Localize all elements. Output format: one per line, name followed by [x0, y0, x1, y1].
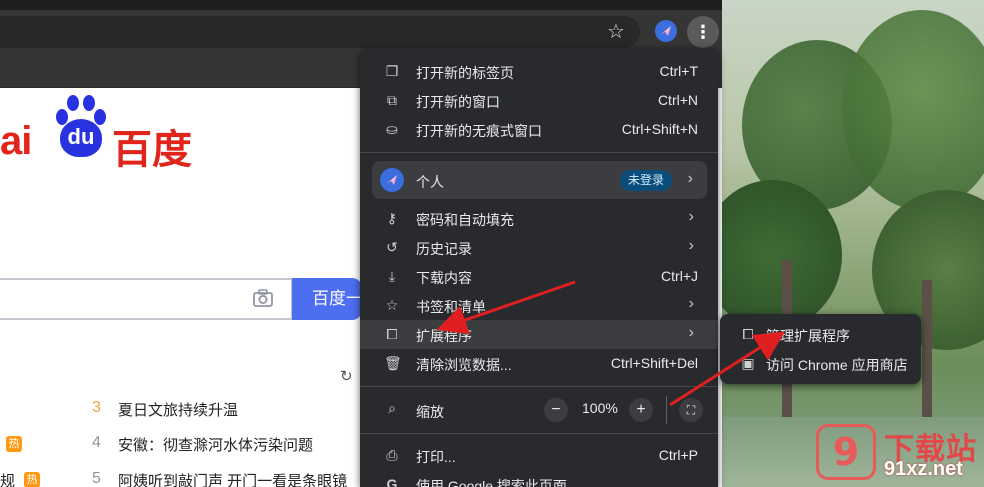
- watermark-url: 91xz.net: [884, 458, 963, 480]
- refresh-icon[interactable]: ↻: [340, 369, 356, 385]
- hot-rank: 3: [92, 399, 101, 416]
- menu-item-label: 打开新的窗口: [416, 94, 500, 110]
- print-icon: ⎙: [386, 447, 398, 463]
- logo-chinese-text: 百度: [112, 127, 192, 173]
- baidu-logo[interactable]: ai du 百度: [0, 95, 200, 173]
- hot-badge: 热: [24, 472, 40, 487]
- menu-item-google-search[interactable]: G 使用 Google 搜索此页面: [360, 470, 718, 487]
- chevron-right-icon: ›: [688, 237, 694, 254]
- list-item-fragment[interactable]: 规: [0, 470, 15, 487]
- trash-icon: 🗑: [384, 355, 402, 371]
- menu-item-zoom: ⌕ 缩放 − 100% + ⛶: [360, 394, 718, 426]
- menu-item-bookmarks[interactable]: ☆ 书签和清单 ›: [360, 291, 718, 320]
- download-icon: ⤓: [388, 268, 396, 284]
- menu-item-print[interactable]: ⎙ 打印... Ctrl+P: [360, 441, 718, 470]
- hot-rank: 4: [92, 434, 101, 451]
- menu-item-shortcut: Ctrl+T: [659, 63, 699, 79]
- chevron-right-icon: ›: [688, 324, 694, 341]
- hot-title[interactable]: 夏日文旅持续升温: [118, 399, 238, 420]
- bookmark-star-icon[interactable]: ☆: [604, 20, 628, 44]
- menu-item-label: 扩展程序: [416, 328, 472, 344]
- bookmark-star-icon: ☆: [385, 297, 399, 313]
- key-icon: ⚷: [386, 210, 398, 226]
- zoom-divider: [666, 396, 667, 424]
- menu-item-label: 使用 Google 搜索此页面: [416, 478, 567, 487]
- menu-item-chrome-webstore[interactable]: ▣ 访问 Chrome 应用商店: [720, 349, 921, 378]
- chevron-right-icon: ›: [688, 295, 694, 312]
- tab-strip: [0, 0, 722, 10]
- camera-icon[interactable]: [252, 288, 274, 308]
- google-icon: G: [386, 476, 398, 487]
- zoom-icon: ⌕: [388, 400, 396, 416]
- chevron-right-icon: ›: [687, 170, 693, 187]
- menu-item-clear-data[interactable]: 🗑 清除浏览数据... Ctrl+Shift+Del: [360, 349, 718, 378]
- menu-item-shortcut: Ctrl+Shift+N: [621, 121, 698, 137]
- menu-item-label: 书签和清单: [416, 299, 486, 315]
- watermark-logo: 9 下载站 91xz.net: [808, 420, 978, 484]
- puzzle-icon: ⧠: [386, 326, 398, 342]
- menu-item-history[interactable]: ↺ 历史记录 ›: [360, 233, 718, 262]
- menu-item-shortcut: Ctrl+Shift+Del: [610, 355, 698, 371]
- watermark-badge: 9: [816, 424, 876, 480]
- desktop-wallpaper: [722, 0, 984, 487]
- menu-item-label: 下载内容: [416, 270, 472, 286]
- logo-paw-text: du: [60, 119, 102, 157]
- menu-divider: [360, 433, 718, 434]
- menu-item-new-incognito[interactable]: ⛀ 打开新的无痕式窗口 Ctrl+Shift+N: [360, 115, 718, 144]
- chrome-main-menu: ❐ 打开新的标签页 Ctrl+T ⧉ 打开新的窗口 Ctrl+N ⛀ 打开新的无…: [360, 48, 718, 487]
- new-tab-icon: ❐: [385, 63, 399, 79]
- profile-label: 个人: [416, 174, 444, 190]
- logo-latin-text: ai: [0, 119, 32, 163]
- baidu-paw-icon: du: [54, 95, 108, 159]
- chevron-right-icon: ›: [688, 208, 694, 225]
- avatar: [380, 168, 404, 192]
- menu-item-new-window[interactable]: ⧉ 打开新的窗口 Ctrl+N: [360, 86, 718, 115]
- zoom-out-button[interactable]: −: [544, 398, 568, 422]
- menu-item-shortcut: Ctrl+J: [661, 268, 698, 284]
- menu-item-label: 访问 Chrome 应用商店: [766, 357, 908, 373]
- menu-item-manage-extensions[interactable]: ⧠ 管理扩展程序: [720, 320, 921, 349]
- menu-item-label: 管理扩展程序: [766, 328, 850, 344]
- search-button[interactable]: 百度一: [292, 278, 362, 320]
- status-badge: 未登录: [620, 170, 673, 191]
- menu-item-label: 打开新的无痕式窗口: [416, 123, 542, 139]
- incognito-icon: ⛀: [386, 121, 398, 137]
- fullscreen-icon[interactable]: ⛶: [679, 398, 703, 422]
- menu-item-label: 打印...: [416, 449, 456, 465]
- menu-item-label: 历史记录: [416, 241, 472, 257]
- menu-divider: [360, 386, 718, 387]
- menu-item-profile[interactable]: 个人 未登录 ›: [372, 161, 707, 199]
- menu-item-shortcut: Ctrl+P: [658, 447, 698, 463]
- menu-item-downloads[interactable]: ⤓ 下载内容 Ctrl+J: [360, 262, 718, 291]
- hot-rank: 5: [92, 470, 101, 487]
- menu-item-label: 清除浏览数据...: [416, 357, 512, 373]
- extensions-submenu: ⧠ 管理扩展程序 ▣ 访问 Chrome 应用商店: [720, 314, 921, 384]
- extension-icon[interactable]: [655, 20, 677, 42]
- menu-item-extensions[interactable]: ⧠ 扩展程序 ›: [360, 320, 718, 349]
- hot-title[interactable]: 安徽：彻查滁河水体污染问题: [118, 434, 313, 455]
- new-window-icon: ⧉: [387, 92, 397, 108]
- menu-item-shortcut: Ctrl+N: [657, 92, 698, 108]
- menu-item-new-tab[interactable]: ❐ 打开新的标签页 Ctrl+T: [360, 57, 718, 86]
- puzzle-icon: ⧠: [742, 326, 754, 342]
- menu-divider: [360, 152, 718, 153]
- history-icon: ↺: [386, 239, 398, 255]
- zoom-in-button[interactable]: +: [629, 398, 653, 422]
- hot-title[interactable]: 阿姨听到敲门声 开门一看是条眼镜: [118, 470, 347, 487]
- chrome-webstore-icon: ▣: [741, 355, 755, 371]
- menu-item-label: 缩放: [416, 404, 444, 420]
- address-bar[interactable]: [0, 16, 640, 48]
- search-input[interactable]: [0, 278, 293, 320]
- menu-item-label: 打开新的标签页: [416, 65, 514, 81]
- hot-badge: 热: [6, 436, 22, 452]
- zoom-level: 100%: [582, 400, 618, 416]
- three-dots-vertical-icon[interactable]: ⋮: [687, 16, 719, 48]
- menu-item-label: 密码和自动填充: [416, 212, 514, 228]
- menu-item-passwords[interactable]: ⚷ 密码和自动填充 ›: [360, 204, 718, 233]
